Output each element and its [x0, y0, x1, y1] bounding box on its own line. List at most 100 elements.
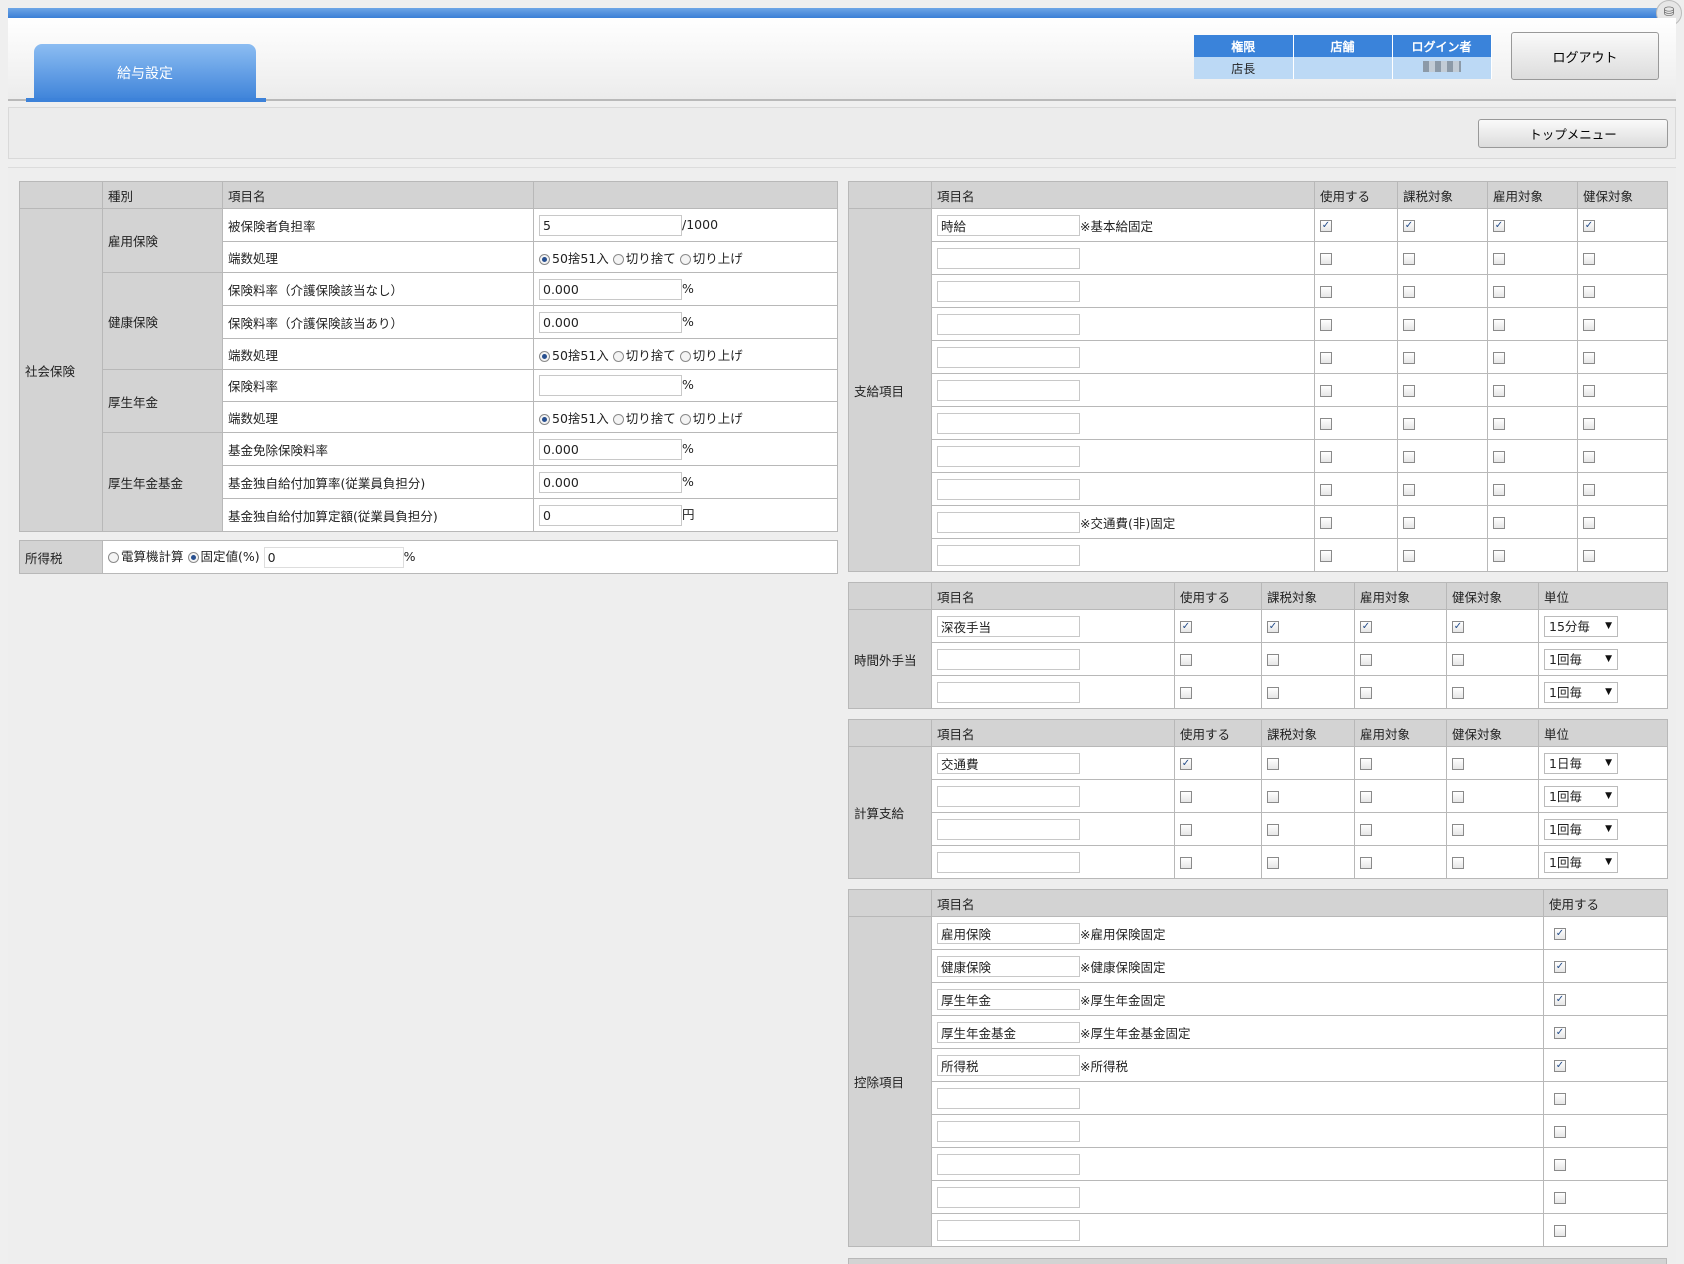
item-name-input[interactable]: [937, 615, 1080, 637]
deduction-name-input[interactable]: [937, 1021, 1080, 1043]
payment-item-name-input[interactable]: [937, 247, 1080, 269]
tax-checkbox[interactable]: [1403, 319, 1415, 331]
use-checkbox[interactable]: [1320, 484, 1332, 496]
tax-checkbox[interactable]: [1267, 791, 1279, 803]
unit-select[interactable]: 1回毎 ▼: [1544, 648, 1618, 670]
tab-salary-settings[interactable]: 給与設定: [34, 44, 256, 101]
payment-item-name-input[interactable]: [937, 544, 1080, 566]
health-checkbox[interactable]: [1452, 758, 1464, 770]
unit-select[interactable]: 1回毎 ▼: [1544, 785, 1618, 807]
employment-checkbox[interactable]: [1360, 758, 1372, 770]
use-checkbox[interactable]: [1554, 1192, 1566, 1204]
deduction-name-input[interactable]: [937, 1219, 1080, 1241]
kenko-rate1-input[interactable]: [539, 278, 682, 300]
unit-select[interactable]: 1回毎 ▼: [1544, 851, 1618, 873]
health-checkbox[interactable]: [1452, 791, 1464, 803]
use-checkbox[interactable]: [1180, 791, 1192, 803]
item-name-input[interactable]: [937, 818, 1080, 840]
deduction-name-input[interactable]: [937, 988, 1080, 1010]
employment-checkbox[interactable]: [1493, 451, 1505, 463]
tax-checkbox[interactable]: [1403, 517, 1415, 529]
tax-checkbox[interactable]: [1267, 654, 1279, 666]
radio-koyo-round-half[interactable]: [539, 253, 550, 265]
use-checkbox[interactable]: [1554, 1093, 1566, 1105]
employment-checkbox[interactable]: [1493, 418, 1505, 430]
deduction-name-input[interactable]: [937, 1087, 1080, 1109]
radio-kosei-round-half[interactable]: [539, 413, 550, 425]
use-checkbox[interactable]: ✓: [1320, 220, 1332, 232]
health-checkbox[interactable]: [1583, 352, 1595, 364]
payment-item-name-input[interactable]: [937, 346, 1080, 368]
use-checkbox[interactable]: [1554, 1159, 1566, 1171]
unit-select[interactable]: 15分毎 ▼: [1544, 615, 1618, 637]
health-checkbox[interactable]: [1583, 385, 1595, 397]
tax-checkbox[interactable]: [1403, 451, 1415, 463]
payment-item-name-input[interactable]: [937, 412, 1080, 434]
use-checkbox[interactable]: [1180, 654, 1192, 666]
use-checkbox[interactable]: [1554, 1126, 1566, 1138]
employment-checkbox[interactable]: [1360, 791, 1372, 803]
employment-checkbox[interactable]: [1360, 824, 1372, 836]
employment-checkbox[interactable]: [1493, 352, 1505, 364]
employment-checkbox[interactable]: [1360, 654, 1372, 666]
health-checkbox[interactable]: [1583, 418, 1595, 430]
deduction-name-input[interactable]: [937, 1153, 1080, 1175]
health-checkbox[interactable]: [1583, 550, 1595, 562]
use-checkbox[interactable]: [1320, 517, 1332, 529]
employment-checkbox[interactable]: [1493, 319, 1505, 331]
radio-kenko-round-half[interactable]: [539, 350, 550, 362]
use-checkbox[interactable]: [1320, 286, 1332, 298]
tax-checkbox[interactable]: [1267, 824, 1279, 836]
payment-item-name-input[interactable]: [937, 214, 1080, 236]
use-checkbox[interactable]: ✓: [1180, 621, 1192, 633]
health-checkbox[interactable]: ✓: [1583, 220, 1595, 232]
use-checkbox[interactable]: [1320, 418, 1332, 430]
use-checkbox[interactable]: ✓: [1180, 758, 1192, 770]
use-checkbox[interactable]: [1554, 1225, 1566, 1237]
employment-checkbox[interactable]: [1493, 286, 1505, 298]
health-checkbox[interactable]: [1583, 253, 1595, 265]
tax-checkbox[interactable]: [1403, 253, 1415, 265]
radio-tax-computer[interactable]: [108, 552, 119, 563]
tax-checkbox[interactable]: [1403, 385, 1415, 397]
health-checkbox[interactable]: [1583, 517, 1595, 529]
radio-tax-fixed[interactable]: [187, 552, 199, 563]
health-checkbox[interactable]: ✓: [1452, 621, 1464, 633]
use-checkbox[interactable]: ✓: [1554, 994, 1566, 1006]
employment-checkbox[interactable]: ✓: [1493, 220, 1505, 232]
top-menu-button[interactable]: トップメニュー: [1478, 119, 1668, 148]
kikin-r3-input[interactable]: [539, 505, 682, 526]
radio-koyo-round-up[interactable]: [679, 253, 691, 265]
radio-kosei-round-up[interactable]: [679, 413, 691, 425]
tax-checkbox[interactable]: [1267, 857, 1279, 869]
tax-checkbox[interactable]: [1403, 550, 1415, 562]
unit-select[interactable]: 1回毎 ▼: [1544, 681, 1618, 703]
employment-checkbox[interactable]: [1493, 385, 1505, 397]
deduction-name-input[interactable]: [937, 1186, 1080, 1208]
tax-checkbox[interactable]: [1403, 352, 1415, 364]
payment-item-name-input[interactable]: [937, 445, 1080, 467]
tax-checkbox[interactable]: ✓: [1267, 621, 1279, 633]
payment-item-name-input[interactable]: [937, 379, 1080, 401]
unit-select[interactable]: 1日毎 ▼: [1544, 752, 1618, 774]
health-checkbox[interactable]: [1452, 654, 1464, 666]
health-checkbox[interactable]: [1583, 451, 1595, 463]
radio-kosei-round-down[interactable]: [612, 413, 624, 425]
employment-checkbox[interactable]: [1360, 687, 1372, 699]
use-checkbox[interactable]: [1320, 385, 1332, 397]
tax-checkbox[interactable]: ✓: [1403, 220, 1415, 232]
unit-select[interactable]: 1回毎 ▼: [1544, 818, 1618, 840]
employment-checkbox[interactable]: [1360, 857, 1372, 869]
employment-checkbox[interactable]: [1493, 550, 1505, 562]
deduction-name-input[interactable]: [937, 955, 1080, 977]
use-checkbox[interactable]: [1180, 857, 1192, 869]
payment-item-name-input[interactable]: [937, 280, 1080, 302]
radio-kenko-round-down[interactable]: [612, 350, 624, 362]
health-checkbox[interactable]: [1583, 319, 1595, 331]
tax-checkbox[interactable]: [1403, 484, 1415, 496]
logout-button[interactable]: ログアウト: [1511, 32, 1659, 80]
item-name-input[interactable]: [937, 681, 1080, 703]
item-name-input[interactable]: [937, 648, 1080, 670]
kikin-r2-input[interactable]: [539, 471, 682, 493]
health-checkbox[interactable]: [1583, 484, 1595, 496]
